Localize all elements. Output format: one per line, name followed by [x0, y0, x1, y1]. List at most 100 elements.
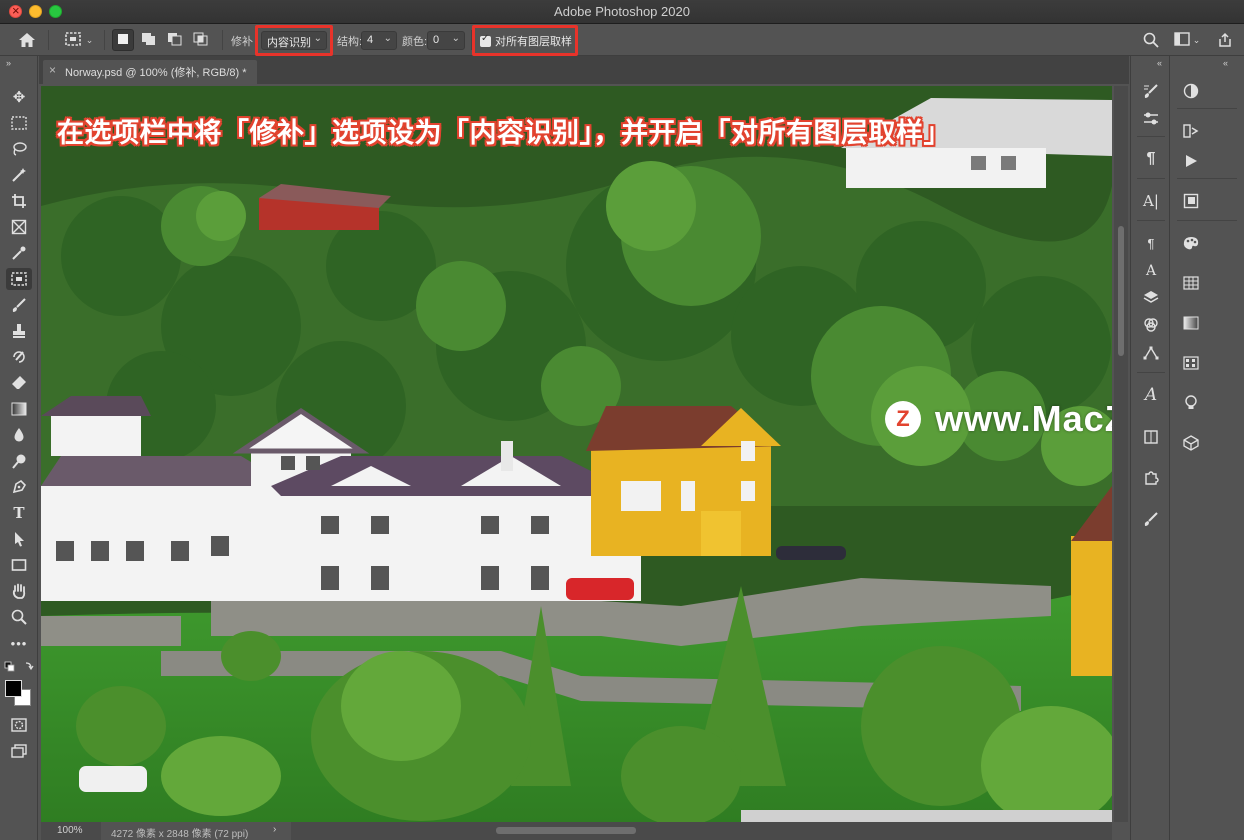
close-document-icon[interactable]: × [49, 63, 56, 77]
tutorial-annotation: 在选项栏中将「修补」选项设为「内容识别」，并开启「对所有图层取样」 [57, 118, 951, 148]
share-icon[interactable] [1214, 30, 1236, 50]
brush-settings-icon[interactable] [1139, 80, 1163, 102]
paragraph-icon[interactable]: ¶ [1139, 148, 1163, 170]
workspace-switcher[interactable]: ⌄ [1170, 30, 1204, 50]
tool-preset-picker[interactable]: ⌄ [58, 30, 98, 50]
properties-3d-icon[interactable] [1139, 426, 1163, 448]
intersect-selection-icon [193, 32, 209, 49]
subtract-selection-icon [167, 32, 183, 49]
rectangle-tool-icon[interactable] [6, 554, 32, 576]
collapse-panels-icon[interactable]: « [1223, 58, 1228, 68]
path-selection-tool-icon[interactable] [6, 528, 32, 550]
magic-wand-tool-icon[interactable] [6, 164, 32, 186]
paths-icon[interactable] [1139, 342, 1163, 364]
collapse-panels-icon[interactable]: « [1157, 58, 1162, 68]
screen-mode-icon[interactable] [6, 740, 32, 762]
dodge-tool-icon[interactable] [6, 450, 32, 472]
status-menu-arrow[interactable]: › [273, 824, 276, 835]
new-selection-icon [117, 33, 129, 48]
pen-tool-icon[interactable] [6, 476, 32, 498]
eyedropper-tool-icon[interactable] [6, 242, 32, 264]
color-dropdown[interactable]: 0 ⌄ [427, 31, 465, 50]
color-label: 颜色: [402, 36, 428, 48]
vertical-scroll-thumb[interactable] [1118, 226, 1124, 356]
document-canvas[interactable]: 在选项栏中将「修补」选项设为「内容识别」，并开启「对所有图层取样」 Z www.… [41, 86, 1112, 822]
character-icon[interactable]: A| [1139, 190, 1163, 212]
brushes-icon[interactable] [1139, 108, 1163, 130]
3d-icon[interactable] [1179, 432, 1203, 454]
history-brush-tool-icon[interactable] [6, 346, 32, 368]
frame-tool-icon[interactable] [6, 216, 32, 238]
hand-tool-icon[interactable] [6, 580, 32, 602]
channels-icon[interactable] [1139, 314, 1163, 336]
workspace-icon [1174, 31, 1190, 49]
macz-logo-icon: Z [885, 401, 921, 437]
document-tab-label: Norway.psd @ 100% (修补, RGB/8) * [65, 67, 247, 79]
foreground-background-swatches[interactable] [5, 680, 33, 708]
chevron-down-icon: ⌄ [383, 33, 392, 44]
history-icon[interactable] [1179, 120, 1203, 142]
swatches-icon[interactable] [1179, 272, 1203, 294]
vertical-scrollbar[interactable] [1114, 86, 1128, 822]
document-tab[interactable]: × Norway.psd @ 100% (修补, RGB/8) * [43, 60, 257, 84]
window-title: Adobe Photoshop 2020 [554, 4, 690, 19]
subtract-from-selection-button[interactable] [164, 29, 186, 51]
tools-panel: » ✥ T ••• [0, 56, 38, 840]
patch-tool-icon[interactable] [6, 268, 32, 290]
blur-tool-icon[interactable] [6, 424, 32, 446]
marquee-tool-icon[interactable] [6, 112, 32, 134]
document-tab-bar: × Norway.psd @ 100% (修补, RGB/8) * [39, 56, 1129, 84]
patch-tool-preset-icon [63, 30, 83, 51]
add-to-selection-button[interactable] [138, 29, 160, 51]
glyphs-icon[interactable]: A [1139, 384, 1163, 406]
lasso-tool-icon[interactable] [6, 138, 32, 160]
quick-mask-icon[interactable] [6, 714, 32, 736]
zoom-level[interactable]: 100% [41, 822, 101, 840]
document-info: 4272 像素 x 2848 像素 (72 ppi) [111, 829, 249, 840]
patterns-icon[interactable] [1179, 352, 1203, 374]
sample-all-layers-highlight-box [472, 25, 578, 56]
color-palette-icon[interactable] [1179, 232, 1203, 254]
move-tool-icon[interactable]: ✥ [6, 86, 32, 108]
add-selection-icon [141, 32, 157, 49]
structure-dropdown[interactable]: 4 ⌄ [361, 31, 397, 50]
panel-dock-icons-secondary: « [1171, 56, 1244, 840]
status-bar: 100% 4272 像素 x 2848 像素 (72 ppi) › [41, 822, 291, 840]
collapse-toolbar-icon[interactable]: » [6, 58, 11, 68]
gradient-tool-icon[interactable] [6, 398, 32, 420]
search-icon[interactable] [1140, 30, 1162, 50]
intersect-selection-button[interactable] [190, 29, 212, 51]
adjustments-icon[interactable] [1179, 80, 1203, 102]
character-styles-icon[interactable]: A [1139, 260, 1163, 282]
structure-value: 4 [367, 34, 374, 46]
panel-dock-icons: « ¶ A| ¶ A A [1130, 56, 1170, 840]
plugins-icon[interactable] [1139, 466, 1163, 488]
crop-tool-icon[interactable] [6, 190, 32, 212]
chevron-down-icon: ⌄ [451, 33, 460, 44]
eraser-tool-icon[interactable] [6, 372, 32, 394]
structure-label: 结构: [337, 36, 363, 48]
watermark-text: www.MacZ.com [935, 398, 1112, 439]
more-tools-icon[interactable]: ••• [6, 632, 32, 654]
color-value: 0 [433, 34, 440, 46]
brush-tool-icon[interactable] [6, 294, 32, 316]
type-tool-icon[interactable]: T [6, 502, 32, 524]
norway-village-photo [41, 86, 1112, 822]
brush-presets-icon[interactable] [1139, 508, 1163, 530]
foreground-color-swatch[interactable] [5, 680, 22, 697]
learn-lightbulb-icon[interactable] [1179, 392, 1203, 414]
new-selection-button[interactable] [112, 29, 134, 51]
home-icon[interactable] [14, 30, 40, 50]
libraries-icon[interactable] [1179, 190, 1203, 212]
default-colors-icon[interactable] [4, 660, 34, 674]
options-bar: ⌄ 修补 内容识别 ⌄ 结构: 4 ⌄ 颜色: 0 ⌄ 对所有图层取样 ⌄ [0, 24, 1244, 56]
layers-icon[interactable] [1139, 286, 1163, 308]
paragraph-styles-icon[interactable]: ¶ [1139, 232, 1163, 254]
horizontal-scroll-thumb[interactable] [496, 827, 636, 834]
patch-label: 修补 [231, 36, 253, 48]
actions-play-icon[interactable] [1179, 150, 1203, 172]
watermark: Z www.MacZ.com [885, 398, 1112, 440]
zoom-tool-icon[interactable] [6, 606, 32, 628]
gradients-icon[interactable] [1179, 312, 1203, 334]
clone-stamp-tool-icon[interactable] [6, 320, 32, 342]
